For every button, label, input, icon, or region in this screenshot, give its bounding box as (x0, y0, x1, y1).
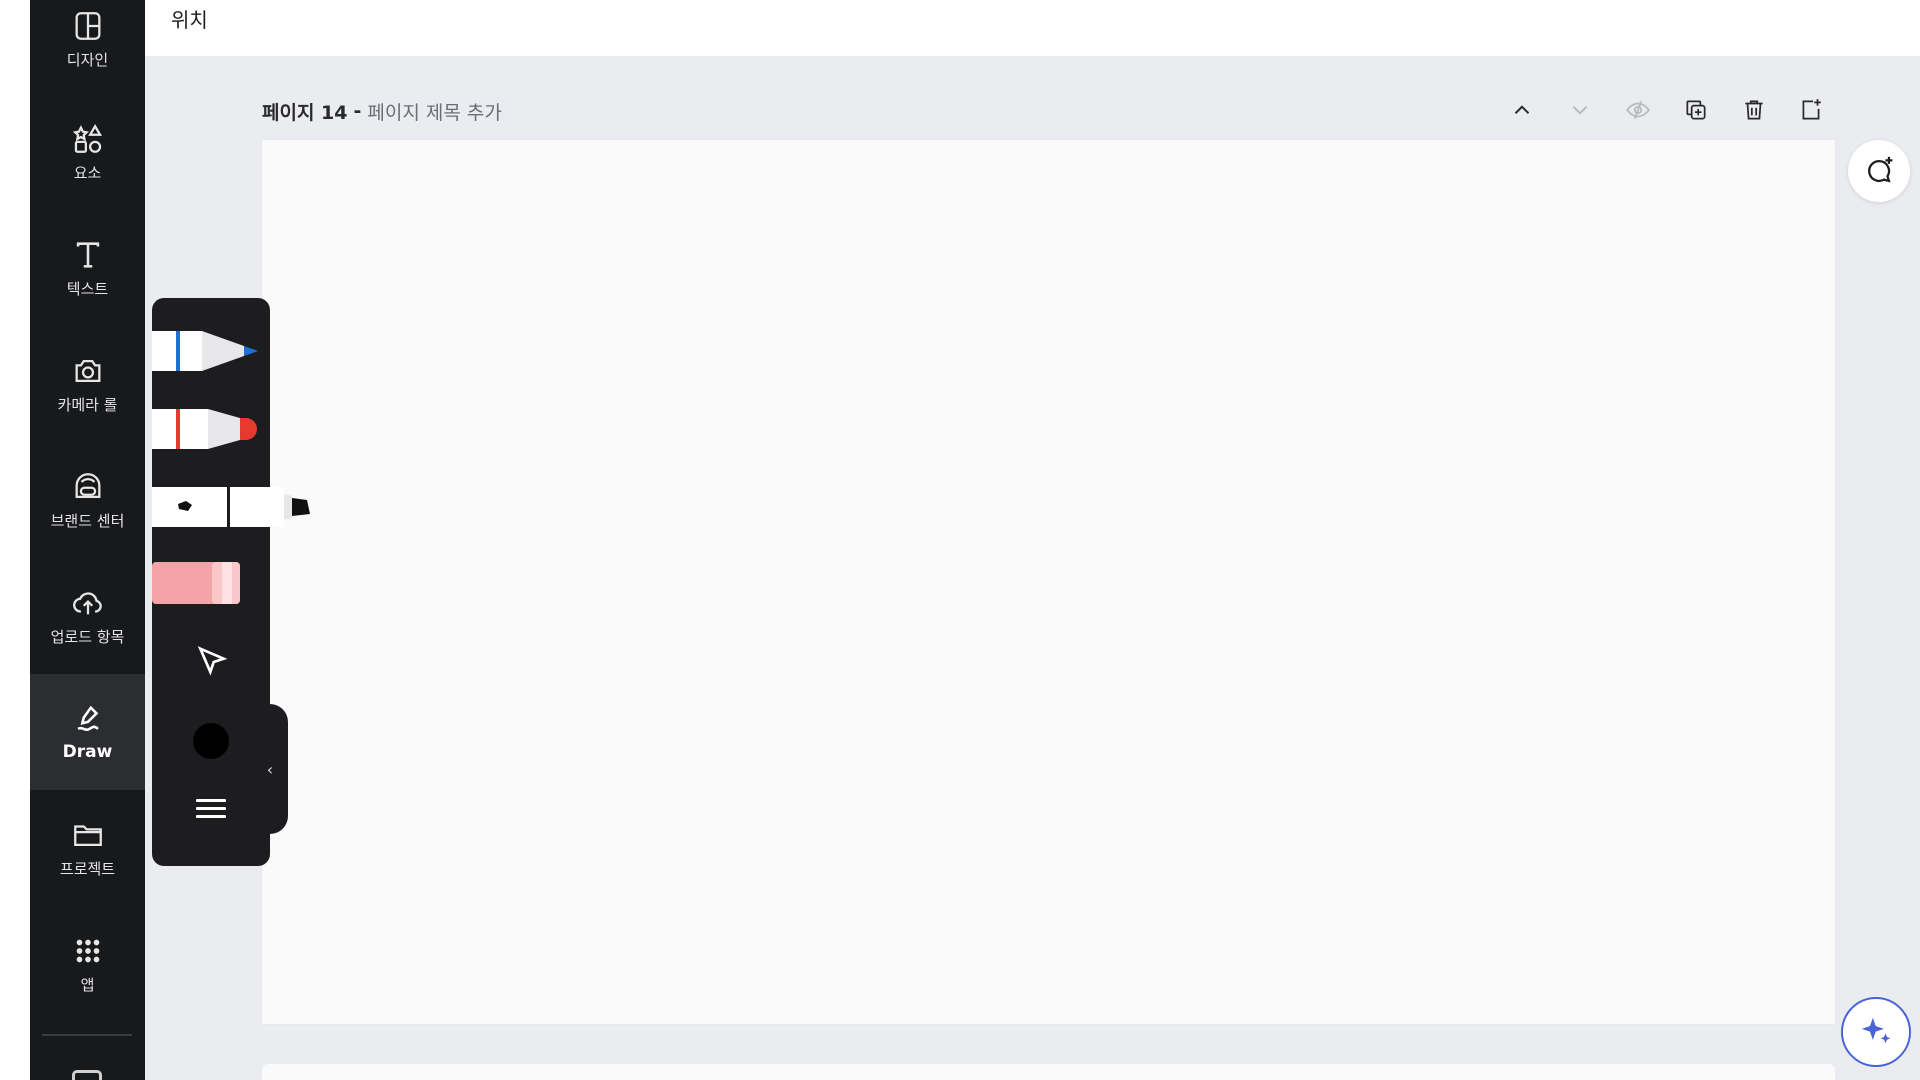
duplicate-page-button[interactable] (1678, 92, 1714, 128)
sidebar-item-label: Draw (62, 742, 113, 762)
window-left-edge (0, 0, 30, 1080)
draw-icon (76, 705, 99, 731)
sidebar-item-label: 디자인 (66, 50, 109, 69)
sidebar-item-label: 카메라 롤 (57, 395, 118, 414)
page-number-label: 페이지 14 (262, 101, 348, 124)
eraser-icon (152, 562, 240, 604)
sidebar-item-projects[interactable]: 프로젝트 (30, 790, 145, 906)
highlighter-icon (152, 487, 310, 527)
page-header: 페이지 14 - 페이지 제목 추가 (262, 96, 502, 126)
pen-tool[interactable] (152, 326, 262, 376)
brand-center-icon (75, 472, 100, 498)
add-comment-button[interactable] (1848, 140, 1910, 202)
eye-hidden-icon (1626, 101, 1650, 119)
sidebar-item-label: 요소 (73, 163, 102, 182)
shapes-icon (72, 123, 102, 153)
eraser-tool[interactable] (152, 560, 242, 606)
collapse-draw-panel-button[interactable]: ‹ (252, 704, 288, 834)
add-page-button[interactable] (1793, 92, 1829, 128)
sidebar-item-uploads[interactable]: 업로드 항목 (30, 558, 145, 674)
sidebar: 디자인 요소 텍스트 카메라 롤 브랜드 센터 업로드 항목 Draw 프로젝트… (30, 0, 145, 1080)
design-canvas[interactable] (262, 140, 1835, 1024)
sidebar-item-brand-center[interactable]: 브랜드 센터 (30, 442, 145, 558)
apps-grid-icon (76, 939, 99, 962)
magic-assistant-button[interactable] (1841, 997, 1911, 1067)
cursor-arrow-icon (197, 646, 228, 676)
sidebar-item-elements[interactable]: 요소 (30, 94, 145, 210)
menu-line (196, 799, 226, 802)
sidebar-item-text[interactable]: 텍스트 (30, 210, 145, 326)
comment-add-icon (1868, 156, 1893, 183)
sidebar-item-label: 텍스트 (66, 279, 109, 298)
sidebar-item-label: 프로젝트 (59, 859, 116, 878)
sidebar-more-icon[interactable] (72, 1070, 102, 1080)
color-picker-swatch[interactable] (193, 723, 229, 759)
layout-icon (75, 11, 100, 40)
draw-settings-menu-button[interactable] (194, 794, 228, 824)
hide-page-button[interactable] (1620, 92, 1656, 128)
marker-icon (152, 409, 257, 449)
marker-tool[interactable] (152, 404, 262, 454)
add-page-icon (1802, 99, 1821, 120)
select-tool[interactable] (192, 642, 232, 682)
top-bar: 위치 (145, 0, 1920, 56)
top-bar-title: 위치 (171, 8, 208, 32)
chevron-down-icon (1572, 106, 1588, 115)
sidebar-item-camera-roll[interactable]: 카메라 롤 (30, 326, 145, 442)
move-page-up-button[interactable] (1504, 92, 1540, 128)
folder-icon (73, 824, 102, 846)
chevron-up-icon (1514, 105, 1530, 114)
page-title-separator: - (353, 100, 362, 122)
sidebar-item-apps[interactable]: 앱 (30, 906, 145, 1022)
sidebar-item-label: 브랜드 센터 (50, 511, 125, 530)
menu-line (196, 815, 226, 818)
sidebar-divider (42, 1034, 132, 1036)
camera-icon (75, 359, 100, 382)
chevron-left-icon: ‹ (266, 759, 274, 779)
trash-icon (1745, 100, 1763, 120)
sidebar-item-design[interactable]: 디자인 (30, 0, 145, 78)
delete-page-button[interactable] (1736, 92, 1772, 128)
cloud-upload-icon (72, 591, 102, 614)
move-page-down-button[interactable] (1562, 92, 1598, 128)
highlighter-tool[interactable] (152, 482, 312, 532)
menu-line (196, 807, 226, 810)
text-icon (76, 241, 99, 268)
duplicate-icon (1686, 100, 1706, 120)
sidebar-item-label: 업로드 항목 (50, 627, 125, 646)
next-page-canvas[interactable] (262, 1064, 1835, 1080)
pen-icon (152, 331, 258, 371)
sparkle-icon (1861, 1017, 1891, 1044)
sidebar-item-draw[interactable]: Draw (30, 674, 145, 790)
sidebar-item-label: 앱 (80, 975, 95, 994)
page-title-input[interactable]: 페이지 제목 추가 (367, 98, 501, 125)
